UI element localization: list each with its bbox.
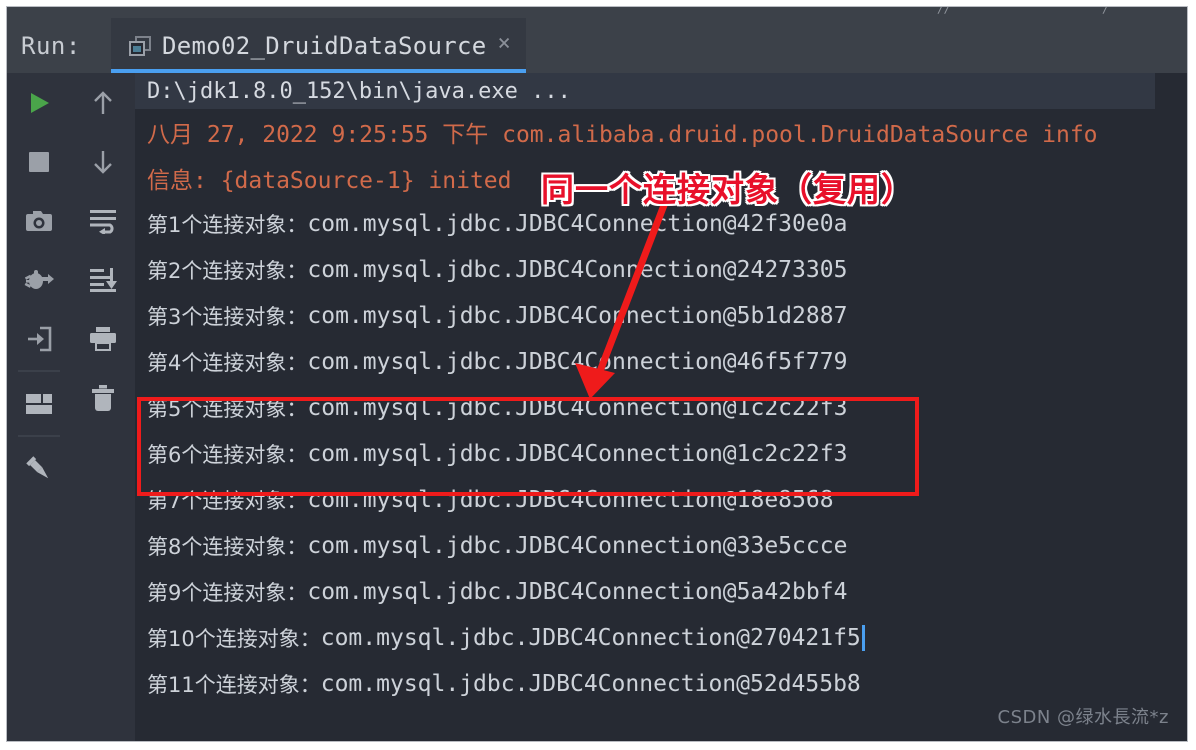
close-icon[interactable]: × [497, 33, 510, 58]
soft-wrap-icon [90, 209, 116, 234]
stop-button[interactable] [7, 132, 71, 191]
stop-square-icon [29, 151, 49, 172]
clear-all-button[interactable] [71, 368, 135, 427]
window-body: // / Run: Demo02_DruidDataSource × D:\jd… [6, 6, 1188, 742]
layout-settings-button[interactable] [7, 374, 71, 433]
printer-icon [90, 326, 116, 351]
import-arrow-icon [28, 326, 52, 351]
toolbar-separator [18, 370, 60, 372]
connection-value: com.mysql.jdbc.JDBC4Connection@33e5ccce [307, 533, 848, 559]
connection-label: 第3个连接对象： [147, 305, 308, 329]
arrow-up-icon [94, 90, 112, 114]
rerun-button[interactable] [7, 73, 71, 132]
layout-icon [26, 393, 52, 414]
cropped-glyph: / [1102, 6, 1109, 16]
connection-value: com.mysql.jdbc.JDBC4Connection@1c2c22f3 [307, 441, 848, 467]
console-connection-line: 第9个连接对象： com.mysql.jdbc.JDBC4Connection@5… [135, 569, 1187, 615]
trash-icon [92, 384, 114, 411]
console-connection-line-highlighted: 第5个连接对象： com.mysql.jdbc.JDBC4Connection@1… [135, 385, 1187, 431]
connection-label: 第6个连接对象： [147, 443, 308, 467]
next-occurrence-button[interactable] [71, 132, 135, 191]
pin-tab-button[interactable] [7, 439, 71, 498]
console-output[interactable]: D:\jdk1.8.0_152\bin\java.exe ... 八月 27, … [135, 73, 1187, 741]
arrow-down-icon [94, 150, 112, 174]
connection-value: com.mysql.jdbc.JDBC4Connection@5a42bbf4 [307, 579, 848, 605]
toolbar-separator [18, 435, 60, 437]
pin-icon [26, 455, 49, 478]
connection-value: com.mysql.jdbc.JDBC4Connection@24273305 [307, 257, 848, 283]
console-log-line: 信息: {dataSource-1} inited [147, 168, 512, 194]
console-connection-line: 第4个连接对象： com.mysql.jdbc.JDBC4Connection@4… [135, 339, 1187, 385]
ide-run-window: // / Run: Demo02_DruidDataSource × D:\jd… [0, 0, 1196, 750]
screenshot-button[interactable] [7, 191, 71, 250]
connection-value: com.mysql.jdbc.JDBC4Connection@18e8568 [307, 487, 834, 513]
dump-threads-button[interactable] [7, 250, 71, 309]
tab-label: Demo02_DruidDataSource [162, 31, 487, 60]
scroll-to-end-button[interactable] [71, 250, 135, 309]
console-connection-line: 第1个连接对象： com.mysql.jdbc.JDBC4Connection@4… [135, 201, 1187, 247]
console-connection-line: 第11个连接对象： com.mysql.jdbc.JDBC4Connection@… [135, 661, 1187, 707]
connection-value: com.mysql.jdbc.JDBC4Connection@270421f5 [320, 625, 861, 651]
csdn-watermark: CSDN @绿水長流*z [997, 707, 1169, 728]
tab-demo02-druiddatasource[interactable]: Demo02_DruidDataSource × [111, 18, 526, 73]
toolbar-column-left [7, 73, 71, 498]
connection-label: 第4个连接对象： [147, 351, 308, 375]
scroll-to-end-icon [90, 267, 117, 292]
play-icon [31, 92, 49, 113]
console-connection-line: 第2个连接对象： com.mysql.jdbc.JDBC4Connection@2… [135, 247, 1187, 293]
console-connection-line-highlighted: 第6个连接对象： com.mysql.jdbc.JDBC4Connection@1… [135, 431, 1187, 477]
connection-label: 第9个连接对象： [147, 581, 308, 605]
connection-label: 第10个连接对象： [147, 627, 321, 651]
connection-value: com.mysql.jdbc.JDBC4Connection@42f30e0a [307, 211, 848, 237]
run-tool-window-header: Run: Demo02_DruidDataSource × [7, 18, 1187, 73]
connection-value: com.mysql.jdbc.JDBC4Connection@1c2c22f3 [307, 395, 848, 421]
console-connection-line: 第10个连接对象： com.mysql.jdbc.JDBC4Connection@… [135, 615, 1187, 661]
connection-label: 第5个连接对象： [147, 397, 308, 421]
console-connection-line: 第3个连接对象： com.mysql.jdbc.JDBC4Connection@5… [135, 293, 1187, 339]
connection-label: 第1个连接对象： [147, 213, 308, 237]
console-command-line: D:\jdk1.8.0_152\bin\java.exe ... [135, 73, 1155, 109]
console-connection-line: 第7个连接对象： com.mysql.jdbc.JDBC4Connection@1… [135, 477, 1187, 523]
previous-occurrence-button[interactable] [71, 73, 135, 132]
bug-icon [24, 269, 54, 289]
restore-layout-button[interactable] [7, 309, 71, 368]
window-icon [129, 35, 151, 56]
soft-wrap-button[interactable] [71, 191, 135, 250]
text-caret [861, 625, 865, 651]
console-connection-line: 第8个连接对象： com.mysql.jdbc.JDBC4Connection@3… [135, 523, 1187, 569]
toolbar-column-right [71, 73, 135, 427]
top-cropped-strip: // / [7, 7, 1187, 18]
cropped-glyph: // [937, 6, 951, 16]
connection-value: com.mysql.jdbc.JDBC4Connection@46f5f779 [307, 349, 848, 375]
connection-label: 第11个连接对象： [147, 673, 321, 697]
connection-value: com.mysql.jdbc.JDBC4Connection@52d455b8 [320, 671, 861, 697]
console-log-line: 八月 27, 2022 9:25:55 下午 com.alibaba.druid… [147, 122, 1098, 148]
print-button[interactable] [71, 309, 135, 368]
camera-icon [26, 210, 52, 231]
run-toolbar [7, 73, 135, 741]
connection-value: com.mysql.jdbc.JDBC4Connection@5b1d2887 [307, 303, 848, 329]
connection-label: 第8个连接对象： [147, 535, 308, 559]
connection-label: 第2个连接对象： [147, 259, 308, 283]
connection-label: 第7个连接对象： [147, 489, 308, 513]
run-label: Run: [21, 32, 81, 60]
